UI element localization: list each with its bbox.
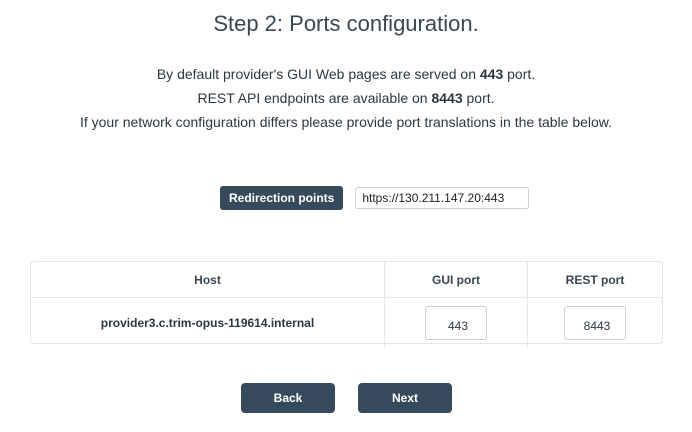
- host-cell: provider3.c.trim-opus-119614.internal: [31, 297, 385, 348]
- description-line-2: REST API endpoints are available on 8443…: [197, 90, 495, 106]
- description: By default provider's GUI Web pages are …: [0, 62, 692, 134]
- table-header-row: Host GUI port REST port: [31, 262, 662, 298]
- description-line-3: If your network configuration differs pl…: [79, 114, 613, 130]
- rest-port-input[interactable]: [564, 306, 626, 340]
- ports-table: Host GUI port REST port provider3.c.trim…: [30, 261, 663, 348]
- gui-port-column-header: GUI port: [384, 262, 528, 298]
- gui-port-cell: [384, 297, 528, 348]
- redirection-points-row: Redirection points: [220, 186, 530, 210]
- page-title: Step 2: Ports configuration.: [213, 11, 479, 36]
- gui-default-port: 443: [479, 66, 504, 82]
- rest-default-port: 8443: [431, 90, 463, 106]
- rest-port-column-header: REST port: [527, 262, 662, 298]
- redirection-points-input[interactable]: [355, 187, 530, 209]
- back-button[interactable]: Back: [241, 383, 335, 413]
- gui-port-input[interactable]: [425, 306, 487, 340]
- redirection-points-label: Redirection points: [220, 186, 344, 210]
- host-column-header: Host: [31, 262, 385, 298]
- ports-configuration-page: Step 2: Ports configuration. By default …: [0, 0, 692, 432]
- description-line-1: By default provider's GUI Web pages are …: [156, 66, 536, 82]
- next-button[interactable]: Next: [358, 383, 452, 413]
- table-row: provider3.c.trim-opus-119614.internal: [31, 297, 663, 349]
- rest-port-cell: [528, 298, 663, 349]
